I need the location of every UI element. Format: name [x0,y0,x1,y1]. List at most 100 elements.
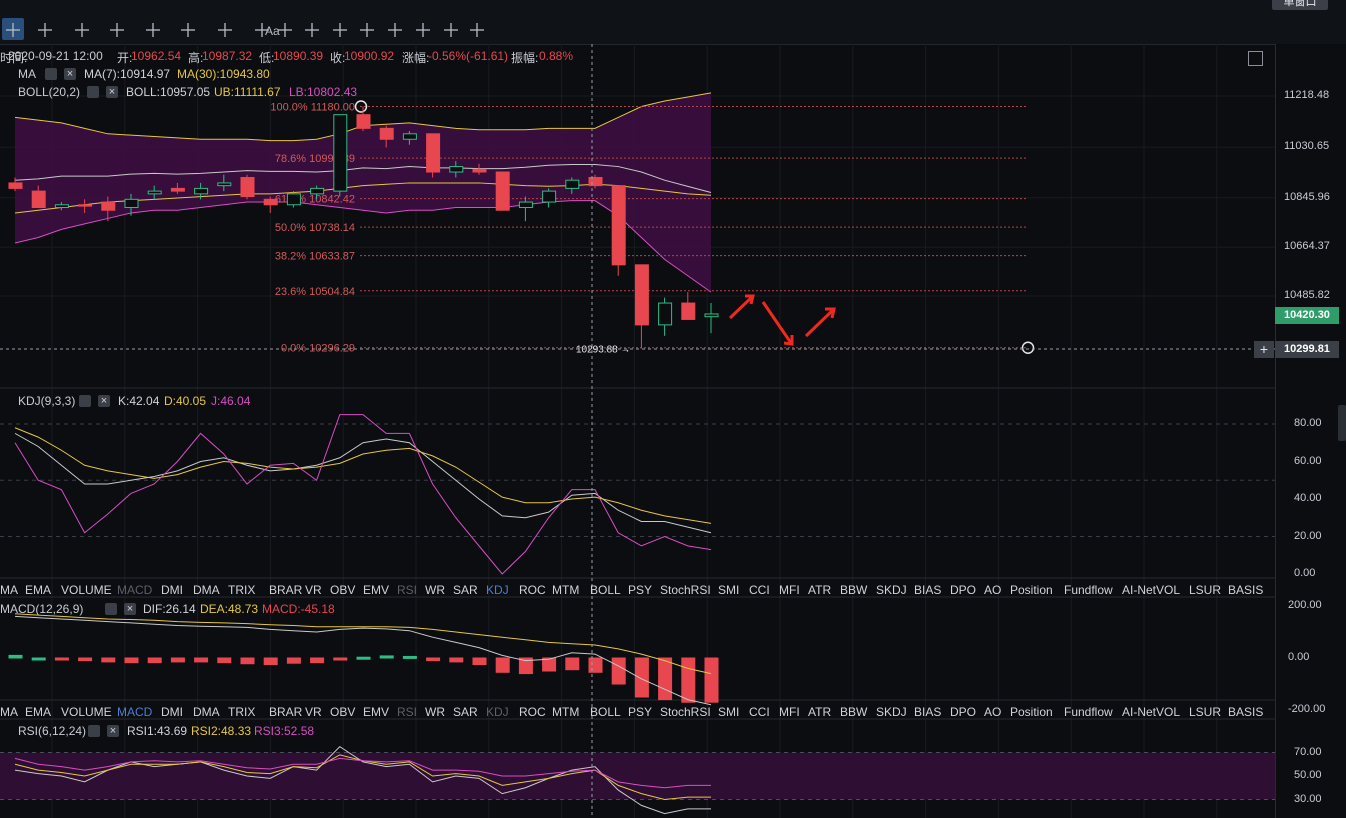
indicator-tab-vr[interactable]: VR [305,705,322,719]
indicator-tab-boll[interactable]: BOLL [590,705,621,719]
macd-legend: MACD(12,26,9) × DIF:26.14 DEA:48.73 MACD… [0,600,400,618]
indicator-tab-mtm[interactable]: MTM [552,583,579,597]
indicator-tab-atr[interactable]: ATR [808,705,831,719]
fib-label: 38.2% 10633.87 [275,251,355,263]
indicator-tab-atr[interactable]: ATR [808,583,831,597]
kdj-close-icon[interactable]: × [98,395,110,407]
indicator-tab-dpo[interactable]: DPO [950,583,976,597]
indicator-tab-mfi[interactable]: MFI [779,583,800,597]
indicator-tab-emv[interactable]: EMV [363,583,389,597]
candle-body [379,127,394,140]
indicator-tab-stochrsi[interactable]: StochRSI [660,705,711,719]
indicator-tab-mfi[interactable]: MFI [779,705,800,719]
indicator-tab-sar[interactable]: SAR [453,583,478,597]
indicator-tab-basis[interactable]: BASIS [1228,705,1263,719]
macd-histogram-bar [704,657,719,703]
indicator-tab-kdj[interactable]: KDJ [486,583,509,597]
macd-histogram-bar [194,657,209,663]
ma-settings-icon[interactable] [45,68,57,80]
indicator-tab-dma[interactable]: DMA [193,583,220,597]
macd-close-icon[interactable]: × [124,603,136,615]
indicator-tab-volume[interactable]: VOLUME [61,583,112,597]
indicator-tab-position[interactable]: Position [1010,583,1053,597]
indicator-tab-macd[interactable]: MACD [117,583,152,597]
macd-histogram-bar [402,655,417,659]
macd-histogram-bar [263,657,278,665]
indicator-tab-ema[interactable]: EMA [25,705,51,719]
indicator-tab-wr[interactable]: WR [425,583,445,597]
time-value: 2020-09-21 12:00 [8,49,103,63]
indicator-tab-macd[interactable]: MACD [117,705,152,719]
boll-name: BOLL(20,2) [18,85,81,99]
change-label: 涨幅: [402,51,430,65]
indicator-tab-smi[interactable]: SMI [718,705,739,719]
ma-close-icon[interactable]: × [64,68,76,80]
indicator-tab-sar[interactable]: SAR [453,705,478,719]
macd-histogram-bar [310,657,325,664]
boll-settings-icon[interactable] [87,86,99,98]
indicator-tab-smi[interactable]: SMI [718,583,739,597]
rsi1-value: RSI1:43.69 [127,724,188,738]
indicator-tab-psy[interactable]: PSY [628,705,652,719]
indicator-tab-bbw[interactable]: BBW [840,705,867,719]
rsi-close-icon[interactable]: × [107,725,119,737]
indicator-tab-roc[interactable]: ROC [519,583,546,597]
indicator-tab-rsi[interactable]: RSI [397,705,417,719]
indicator-tab-boll[interactable]: BOLL [590,583,621,597]
indicator-tab-dma[interactable]: DMA [193,705,220,719]
indicator-tab-obv[interactable]: OBV [330,705,355,719]
pane-scroll-handle[interactable] [1338,405,1346,441]
indicator-tab-ma[interactable]: MA [0,705,18,719]
indicator-tab-brar[interactable]: BRAR [269,705,302,719]
indicator-tab-psy[interactable]: PSY [628,583,652,597]
crosshair-add-button[interactable]: + [1254,341,1274,358]
indicator-tab-skdj[interactable]: SKDJ [876,583,907,597]
candle-body [217,182,232,187]
indicator-tab-mtm[interactable]: MTM [552,705,579,719]
macd-dea-line [14,613,712,675]
fullscreen-icon[interactable] [1248,51,1263,66]
indicator-tab-dmi[interactable]: DMI [161,705,183,719]
indicator-tab-ao[interactable]: AO [984,583,1001,597]
rsi-settings-icon[interactable] [88,725,100,737]
indicator-tab-fundflow[interactable]: Fundflow [1064,583,1113,597]
indicator-tab-obv[interactable]: OBV [330,583,355,597]
indicator-tab-ao[interactable]: AO [984,705,1001,719]
indicator-tab-lsur[interactable]: LSUR [1189,705,1221,719]
boll-close-icon[interactable]: × [106,86,118,98]
macd-histogram-bar [495,657,510,673]
rsi3-value: RSI3:52.58 [254,724,315,738]
candle-body [78,204,93,207]
indicator-tab-brar[interactable]: BRAR [269,583,302,597]
indicator-tab-emv[interactable]: EMV [363,705,389,719]
indicator-tab-ai-netvol[interactable]: AI-NetVOL [1122,583,1180,597]
indicator-tab-basis[interactable]: BASIS [1228,583,1263,597]
kdj-settings-icon[interactable] [79,395,91,407]
indicator-tab-skdj[interactable]: SKDJ [876,705,907,719]
indicator-tab-vr[interactable]: VR [305,583,322,597]
indicator-tab-rsi[interactable]: RSI [397,583,417,597]
macd-settings-icon[interactable] [105,603,117,615]
annotation-arrow-shaft [728,295,754,320]
indicator-tab-ma[interactable]: MA [0,583,18,597]
indicator-tab-kdj[interactable]: KDJ [486,705,509,719]
indicator-tab-bias[interactable]: BIAS [914,583,941,597]
indicator-tab-trix[interactable]: TRIX [228,583,255,597]
indicator-tab-cci[interactable]: CCI [749,583,770,597]
indicator-tab-cci[interactable]: CCI [749,705,770,719]
indicator-tab-roc[interactable]: ROC [519,705,546,719]
indicator-tab-lsur[interactable]: LSUR [1189,583,1221,597]
indicator-tab-position[interactable]: Position [1010,705,1053,719]
indicator-tab-wr[interactable]: WR [425,705,445,719]
indicator-tab-bbw[interactable]: BBW [840,583,867,597]
indicator-tab-dpo[interactable]: DPO [950,705,976,719]
indicator-tab-stochrsi[interactable]: StochRSI [660,583,711,597]
indicator-tab-ai-netvol[interactable]: AI-NetVOL [1122,705,1180,719]
indicator-tab-fundflow[interactable]: Fundflow [1064,705,1113,719]
indicator-tab-bias[interactable]: BIAS [914,705,941,719]
price-axis [1275,44,1346,818]
indicator-tab-trix[interactable]: TRIX [228,705,255,719]
indicator-tab-volume[interactable]: VOLUME [61,705,112,719]
indicator-tab-dmi[interactable]: DMI [161,583,183,597]
indicator-tab-ema[interactable]: EMA [25,583,51,597]
